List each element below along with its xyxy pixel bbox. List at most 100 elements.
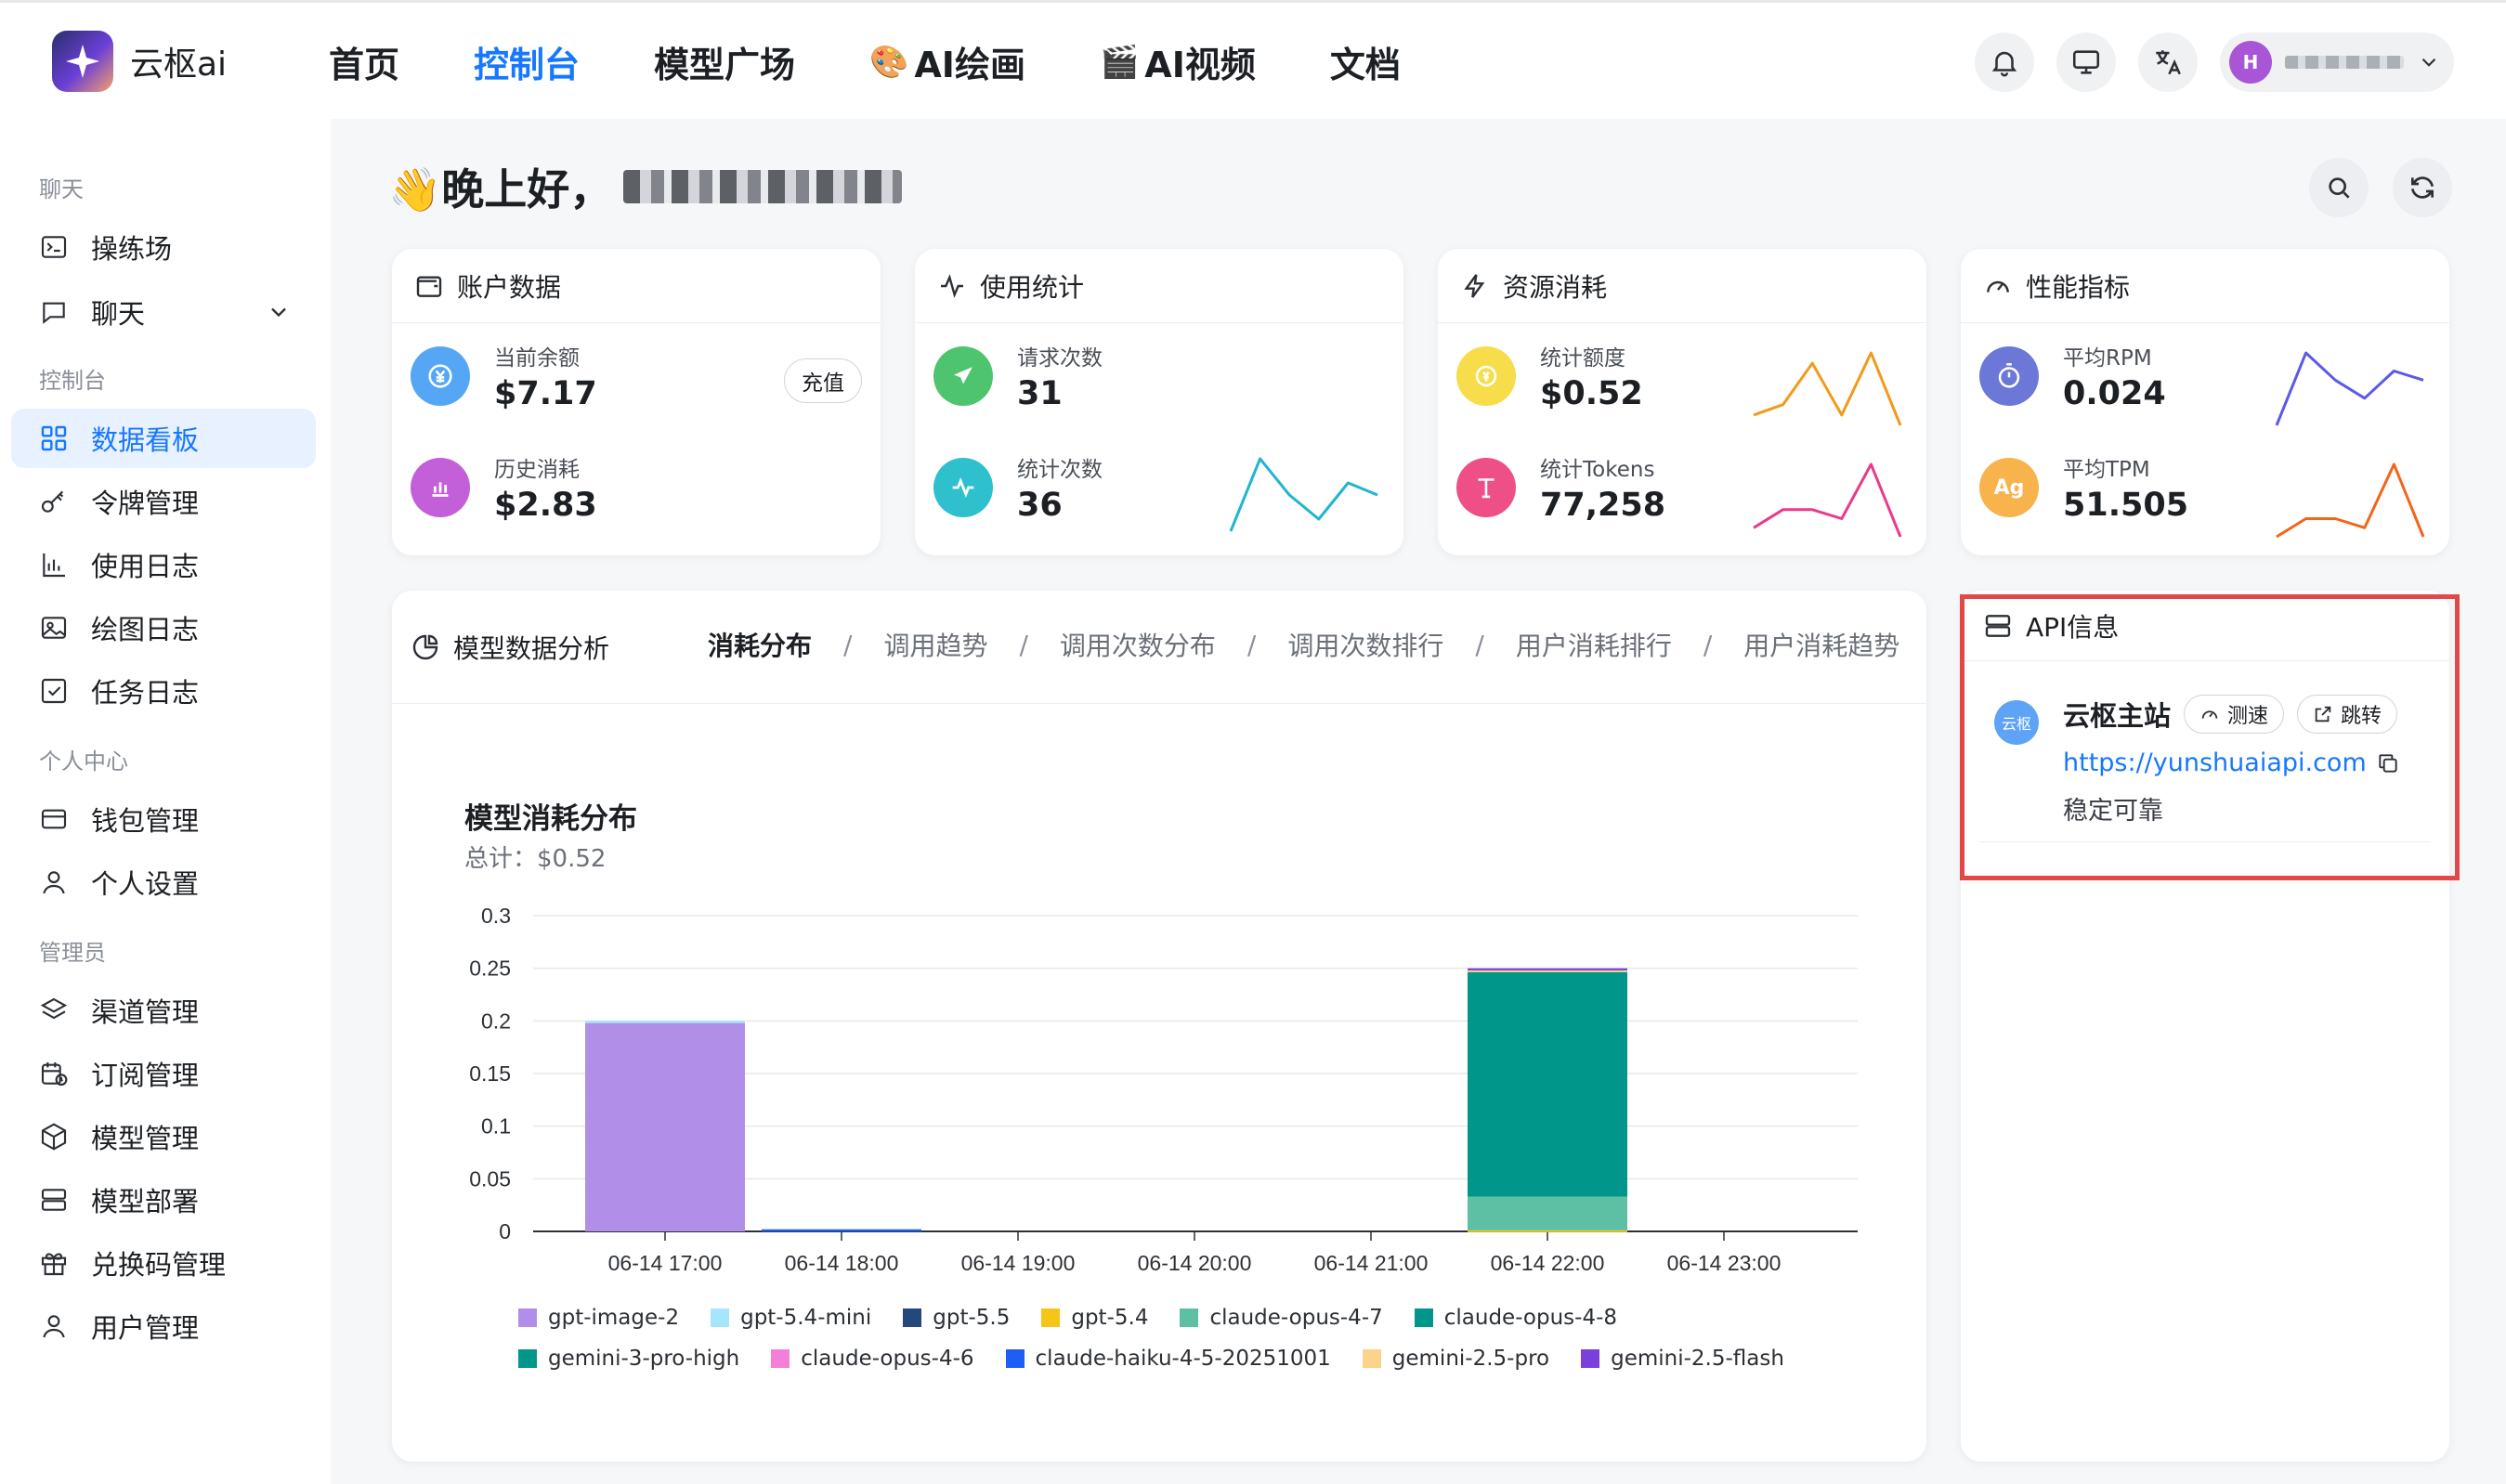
bar-segment[interactable] [585, 1021, 745, 1023]
nav-docs[interactable]: 文档 [1330, 36, 1401, 87]
calendar-clock-icon [41, 1062, 68, 1087]
analysis-title-text: 模型数据分析 [453, 632, 610, 664]
legend-item[interactable]: gemini-2.5-pro [1362, 1347, 1549, 1371]
x-tick-label: 06-14 21:00 [1314, 1251, 1429, 1275]
analysis-title: 模型数据分析 [411, 629, 609, 666]
sidebar-item-draw-log[interactable]: 绘图日志 [11, 598, 316, 657]
recharge-button[interactable]: 充值 [784, 358, 862, 403]
bar-segment[interactable] [762, 1229, 921, 1231]
sidebar-section-console: 控制台 [39, 368, 106, 394]
image-icon [41, 617, 67, 639]
brand-name: 云枢ai [130, 46, 228, 84]
bar-segment[interactable] [1468, 1196, 1627, 1230]
tpm-metric: Ag 平均TPM 51.505 [1979, 451, 2188, 524]
sidebar-item-subscriptions[interactable]: 订阅管理 [11, 1044, 316, 1103]
tab-user-consumption-trend[interactable]: 用户消耗趋势 [1743, 626, 1899, 663]
tab-call-count-distribution[interactable]: 调用次数分布 [1060, 626, 1216, 663]
bar-segment[interactable] [585, 1022, 745, 1231]
chart-title: 模型消耗分布 [464, 802, 637, 836]
tab-separator: / [1703, 629, 1713, 660]
legend-swatch [1414, 1308, 1433, 1327]
language-button[interactable] [2138, 33, 2198, 92]
sidebar-section-chat: 聊天 [39, 176, 84, 202]
sidebar-item-settings[interactable]: 个人设置 [11, 853, 316, 912]
bar-segment[interactable] [1468, 1230, 1627, 1232]
sidebar-item-redeem[interactable]: 兑换码管理 [11, 1233, 316, 1293]
card-title: 性能指标 [2026, 271, 2131, 303]
legend-swatch [518, 1308, 537, 1327]
sidebar-item-label: 使用日志 [91, 551, 200, 582]
sidebar-item-label: 绘图日志 [91, 614, 200, 645]
legend-item[interactable]: claude-opus-4-6 [771, 1347, 974, 1371]
legend-item[interactable]: gpt-5.5 [903, 1306, 1010, 1330]
legend-item[interactable]: gpt-5.4-mini [711, 1306, 871, 1330]
sidebar-item-dashboard[interactable]: 数据看板 [11, 409, 316, 468]
legend-item[interactable]: gpt-image-2 [518, 1306, 679, 1330]
tab-call-trend[interactable]: 调用趋势 [883, 626, 987, 663]
y-tick-label: 0.05 [469, 1166, 511, 1191]
user-icon [43, 871, 65, 894]
legend-item[interactable]: claude-haiku-4-5-20251001 [1005, 1347, 1331, 1371]
sidebar-item-wallet[interactable]: 钱包管理 [11, 789, 316, 849]
tab-consumption-distribution[interactable]: 消耗分布 [708, 626, 812, 663]
sidebar-item-label: 令牌管理 [91, 488, 200, 519]
legend-item[interactable]: gpt-5.4 [1041, 1306, 1148, 1330]
legend-item[interactable]: gemini-3-pro-high [518, 1347, 739, 1371]
bar-chart-icon [411, 458, 470, 517]
nav-ai-painting[interactable]: 🎨 AI绘画 [869, 36, 1025, 87]
tab-separator: / [843, 629, 853, 660]
user-menu[interactable]: H [2220, 33, 2454, 92]
tab-separator: / [1019, 629, 1028, 660]
legend-item[interactable]: claude-opus-4-8 [1414, 1306, 1618, 1330]
search-button[interactable] [2309, 158, 2369, 217]
legend-item[interactable]: claude-opus-4-7 [1180, 1306, 1383, 1330]
nav-home[interactable]: 首页 [329, 36, 399, 87]
sidebar-item-users[interactable]: 用户管理 [11, 1296, 316, 1356]
legend-swatch [1005, 1349, 1025, 1368]
sidebar-item-channels[interactable]: 渠道管理 [11, 981, 316, 1040]
nav-console[interactable]: 控制台 [474, 36, 580, 87]
stat-count-value: 36 [1017, 487, 1063, 524]
top-navbar: 云枢ai 首页 控制台 模型广场 🎨 AI绘画 🎬 AI视频 文档 H [0, 0, 2506, 119]
nav-model-plaza[interactable]: 模型广场 [654, 36, 795, 87]
tab-user-consumption-ranking[interactable]: 用户消耗排行 [1516, 626, 1672, 663]
legend-label: gpt-5.4 [1071, 1306, 1149, 1330]
sidebar-item-chat[interactable]: 聊天 [11, 282, 316, 342]
rpm-metric: 平均RPM 0.024 [1979, 340, 2166, 412]
bar-segment[interactable] [1468, 970, 1627, 972]
tab-separator: / [1246, 629, 1257, 660]
sidebar-item-playground[interactable]: 操练场 [11, 217, 316, 277]
checkbox-icon [41, 678, 67, 704]
bar-segment[interactable] [1468, 971, 1627, 1197]
x-tick-label: 06-14 17:00 [608, 1251, 723, 1275]
tab-call-count-ranking[interactable]: 调用次数排行 [1287, 626, 1443, 663]
brand-logo[interactable]: 云枢ai [52, 31, 227, 92]
chevron-down-icon [2421, 58, 2436, 67]
terminal-icon [41, 236, 67, 258]
sidebar-item-task-log[interactable]: 任务日志 [11, 661, 316, 721]
sidebar-item-label: 任务日志 [91, 677, 200, 709]
refresh-button[interactable] [2393, 158, 2452, 217]
stat-count-label: 统计次数 [1017, 458, 1103, 482]
tokens-metric: 统计Tokens 77,258 [1456, 451, 1665, 524]
quota-value: $0.52 [1540, 375, 1643, 412]
history-value: $2.83 [494, 487, 597, 524]
display-button[interactable] [2056, 33, 2116, 92]
legend-item[interactable]: gemini-2.5-flash [1581, 1347, 1784, 1371]
tpm-sparkline [2276, 462, 2425, 539]
sidebar-item-usage-log[interactable]: 使用日志 [11, 535, 316, 594]
nav-model-plaza-label: 模型广场 [654, 45, 796, 85]
notification-button[interactable] [1975, 33, 2034, 92]
legend-label: gpt-image-2 [548, 1306, 680, 1330]
sidebar-item-deploy[interactable]: 模型部署 [11, 1170, 316, 1230]
sidebar-item-models[interactable]: 模型管理 [11, 1107, 316, 1166]
sidebar-item-tokens[interactable]: 令牌管理 [11, 472, 316, 531]
bar-segment[interactable] [1468, 968, 1627, 970]
refresh-icon [2411, 176, 2434, 199]
nav-ai-video[interactable]: 🎬 AI视频 [1100, 36, 1256, 87]
chevron-down-icon[interactable] [266, 299, 292, 325]
sparkline-path [1229, 457, 1378, 532]
sparkline-path [1753, 351, 1902, 426]
legend-label: claude-opus-4-8 [1443, 1306, 1618, 1330]
stat-count-metric: 统计次数 36 [933, 451, 1103, 524]
